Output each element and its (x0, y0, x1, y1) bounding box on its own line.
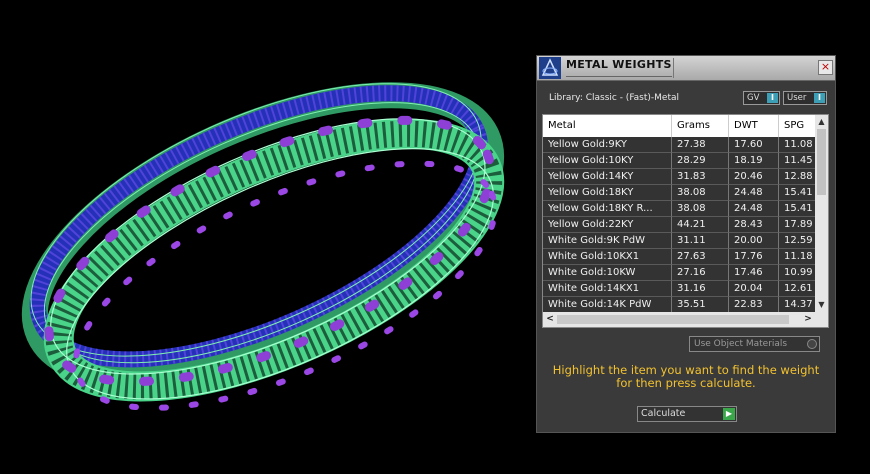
bangle-model[interactable] (0, 26, 535, 466)
cell-grams: 27.16 (672, 265, 729, 281)
cell-grams: 27.38 (672, 137, 729, 153)
cell-dwt: 17.46 (729, 265, 779, 281)
table-row[interactable]: White Gold:9K PdW 31.11 20.00 12.59 (543, 233, 815, 249)
table-row[interactable]: Yellow Gold:10KY 28.29 18.19 11.45 (543, 153, 815, 169)
cell-dwt: 17.76 (729, 249, 779, 265)
cell-grams: 35.51 (672, 297, 729, 312)
title-underline (566, 76, 672, 77)
cell-spg: 11.08 (779, 137, 815, 153)
user-toggle[interactable]: User I (783, 91, 827, 105)
column-header-metal[interactable]: Metal (543, 115, 672, 137)
table-row[interactable]: Yellow Gold:14KY 31.83 20.46 12.88 (543, 169, 815, 185)
cell-metal: Yellow Gold:18KY (543, 185, 672, 201)
toggle-indicator-icon: I (767, 93, 778, 103)
cell-dwt: 24.48 (729, 201, 779, 217)
use-object-materials-label: Use Object Materials (694, 339, 788, 349)
cell-metal: White Gold:14KX1 (543, 281, 672, 297)
table-row[interactable]: Yellow Gold:22KY 44.21 28.43 17.89 (543, 217, 815, 233)
use-object-materials-toggle[interactable]: Use Object Materials (689, 336, 820, 352)
scroll-arrow-icon[interactable]: ▲ (815, 116, 828, 128)
column-header-grams[interactable]: Grams (672, 115, 729, 137)
calculate-button[interactable]: Calculate ▶ (637, 406, 737, 422)
cell-metal: White Gold:10KX1 (543, 249, 672, 265)
table-row[interactable]: White Gold:10KX1 27.63 17.76 11.18 (543, 249, 815, 265)
vertical-scrollbar[interactable]: ▲ ▼ (815, 115, 828, 312)
table-row[interactable]: White Gold:14K PdW 35.51 22.83 14.37 (543, 297, 815, 312)
cell-dwt: 28.43 (729, 217, 779, 233)
table-header: Metal Grams DWT SPG (543, 115, 815, 137)
cell-metal: Yellow Gold:18KY R... (543, 201, 672, 217)
cell-grams: 31.83 (672, 169, 729, 185)
cell-spg: 15.41 (779, 185, 815, 201)
cell-spg: 14.37 (779, 297, 815, 312)
app-logo-icon (539, 57, 561, 79)
column-header-spg[interactable]: SPG (779, 115, 815, 137)
gv-toggle[interactable]: GV I (743, 91, 780, 105)
cell-dwt: 22.83 (729, 297, 779, 312)
cell-dwt: 20.00 (729, 233, 779, 249)
cell-grams: 44.21 (672, 217, 729, 233)
instructions-line: for then press calculate. (616, 376, 756, 390)
table-row[interactable]: White Gold:14KX1 31.16 20.04 12.61 (543, 281, 815, 297)
cell-metal: White Gold:14K PdW (543, 297, 672, 312)
horizontal-scrollbar[interactable]: < > (543, 312, 815, 327)
cell-dwt: 17.60 (729, 137, 779, 153)
title-bar[interactable]: METAL WEIGHTS × (537, 56, 835, 81)
scrollbar-thumb[interactable] (817, 129, 826, 195)
play-arrow-icon: ▶ (723, 408, 735, 420)
3d-viewport[interactable] (0, 0, 535, 474)
cell-dwt: 24.48 (729, 185, 779, 201)
cell-metal: White Gold:10KW (543, 265, 672, 281)
cell-metal: Yellow Gold:22KY (543, 217, 672, 233)
cell-spg: 10.99 (779, 265, 815, 281)
cell-grams: 31.16 (672, 281, 729, 297)
cell-metal: Yellow Gold:9KY (543, 137, 672, 153)
cell-spg: 12.59 (779, 233, 815, 249)
scroll-arrow-icon[interactable]: > (802, 312, 814, 327)
instructions-text: Highlight the item you want to find the … (537, 364, 835, 390)
table-row[interactable]: Yellow Gold:18KY R... 38.08 24.48 15.41 (543, 201, 815, 217)
cell-spg: 15.41 (779, 201, 815, 217)
scrollbar-corner (815, 312, 828, 327)
scroll-arrow-icon[interactable]: < (544, 312, 556, 327)
panel-title: METAL WEIGHTS (566, 58, 672, 71)
table-row[interactable]: White Gold:10KW 27.16 17.46 10.99 (543, 265, 815, 281)
metal-table[interactable]: Metal Grams DWT SPG Yellow Gold:9KY 27.38… (542, 114, 829, 328)
cell-spg: 12.88 (779, 169, 815, 185)
calculate-label: Calculate (641, 408, 686, 419)
gv-toggle-label: GV (747, 93, 760, 103)
column-header-dwt[interactable]: DWT (729, 115, 779, 137)
library-label: Library: Classic - (Fast)-Metal (549, 93, 680, 103)
cell-metal: Yellow Gold:10KY (543, 153, 672, 169)
cell-grams: 38.08 (672, 201, 729, 217)
title-divider (673, 58, 674, 78)
cell-spg: 17.89 (779, 217, 815, 233)
metal-weights-panel: METAL WEIGHTS × Library: Classic - (Fast… (536, 55, 836, 433)
cell-spg: 11.18 (779, 249, 815, 265)
cell-grams: 27.63 (672, 249, 729, 265)
scrollbar-thumb[interactable] (557, 315, 789, 324)
cell-grams: 31.11 (672, 233, 729, 249)
radio-knob-icon (807, 339, 817, 349)
table-row[interactable]: Yellow Gold:9KY 27.38 17.60 11.08 (543, 137, 815, 153)
close-icon[interactable]: × (818, 60, 833, 75)
table-row[interactable]: Yellow Gold:18KY 38.08 24.48 15.41 (543, 185, 815, 201)
cell-dwt: 18.19 (729, 153, 779, 169)
toggle-indicator-icon: I (814, 93, 825, 103)
cell-dwt: 20.46 (729, 169, 779, 185)
cell-dwt: 20.04 (729, 281, 779, 297)
cell-metal: Yellow Gold:14KY (543, 169, 672, 185)
cell-grams: 28.29 (672, 153, 729, 169)
cell-metal: White Gold:9K PdW (543, 233, 672, 249)
user-toggle-label: User (787, 93, 807, 103)
cell-spg: 12.61 (779, 281, 815, 297)
scroll-arrow-icon[interactable]: ▼ (815, 299, 828, 311)
cell-grams: 38.08 (672, 185, 729, 201)
cell-spg: 11.45 (779, 153, 815, 169)
